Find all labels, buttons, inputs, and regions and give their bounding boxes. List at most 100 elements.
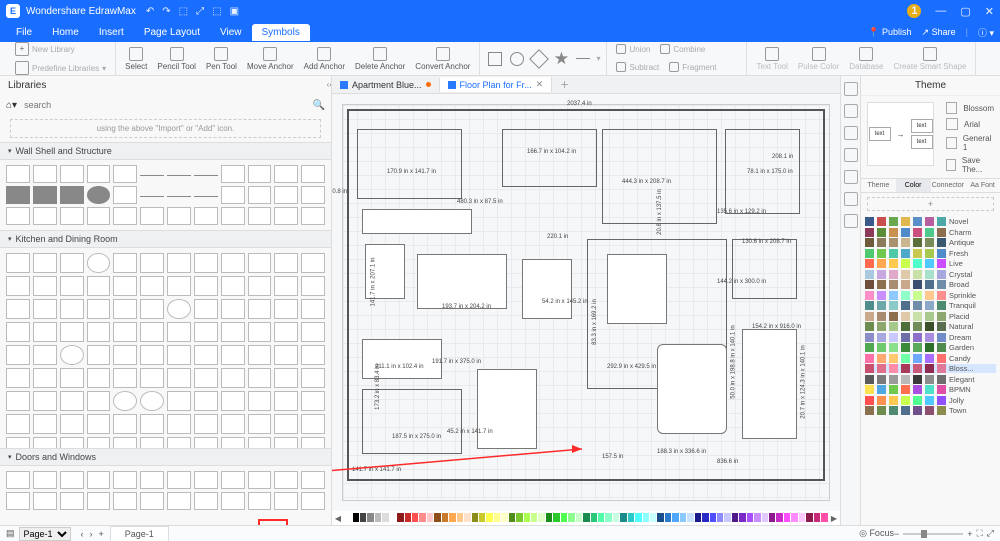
ribbon-op[interactable]: Subtract (613, 60, 662, 74)
side-tool-icon[interactable] (844, 82, 858, 96)
category-wall[interactable]: Wall Shell and Structure (0, 142, 331, 160)
palette-swatch[interactable] (799, 513, 805, 522)
palette-swatch[interactable] (806, 513, 812, 522)
library-shape[interactable] (6, 165, 30, 183)
win-max-icon[interactable]: ▢ (960, 5, 970, 18)
library-shape[interactable] (274, 186, 298, 204)
library-shape[interactable] (140, 299, 164, 319)
library-shape[interactable] (33, 471, 57, 489)
library-shape[interactable] (221, 276, 245, 296)
side-tool-icon[interactable] (844, 170, 858, 184)
library-shape[interactable] (274, 253, 298, 273)
palette-swatch[interactable] (553, 513, 559, 522)
doc-tab[interactable]: Apartment Blue... (332, 78, 440, 92)
library-shape[interactable] (33, 492, 57, 510)
library-shape[interactable] (140, 471, 164, 489)
library-shape[interactable] (60, 207, 84, 225)
library-shape[interactable] (194, 391, 218, 411)
library-shape[interactable] (194, 492, 218, 510)
library-shape[interactable] (248, 368, 272, 388)
library-shape[interactable] (87, 165, 111, 183)
library-shape[interactable] (194, 276, 218, 296)
library-shape[interactable] (60, 186, 84, 204)
zoom-in-icon[interactable]: + (967, 529, 972, 539)
library-shape[interactable] (221, 322, 245, 342)
library-shape[interactable] (140, 345, 164, 365)
palette-swatch[interactable] (479, 513, 485, 522)
palette-swatch[interactable] (680, 513, 686, 522)
win-min-icon[interactable]: — (935, 5, 946, 17)
page-prev-icon[interactable]: ‹ (81, 529, 84, 539)
palette-swatch[interactable] (814, 513, 820, 522)
library-shape[interactable] (87, 492, 111, 510)
color-scheme-row[interactable]: Live (865, 259, 996, 268)
add-scheme-button[interactable]: + (867, 197, 994, 211)
library-shape[interactable] (87, 471, 111, 489)
zoom-slider[interactable] (903, 533, 963, 535)
library-shape[interactable] (301, 492, 325, 510)
publish-button[interactable]: 📍 Publish (868, 27, 911, 38)
library-shape[interactable] (248, 345, 272, 365)
ribbon-tool-convert-anchor[interactable]: Convert Anchor (412, 45, 473, 73)
library-shape[interactable] (33, 391, 57, 411)
library-shape[interactable] (140, 437, 164, 448)
palette-swatch[interactable] (591, 513, 597, 522)
library-shape[interactable] (140, 492, 164, 510)
library-shape[interactable] (6, 391, 30, 411)
palette-swatch[interactable] (762, 513, 768, 522)
library-shape[interactable] (87, 299, 111, 319)
library-shape[interactable] (301, 471, 325, 489)
library-shape[interactable] (33, 253, 57, 273)
library-shape[interactable] (33, 165, 57, 183)
library-shape[interactable] (140, 414, 164, 434)
library-shape[interactable] (87, 391, 111, 411)
menu-view[interactable]: View (210, 24, 252, 41)
palette-swatch[interactable] (732, 513, 738, 522)
palette-swatch[interactable] (583, 513, 589, 522)
library-shape[interactable] (221, 207, 245, 225)
palette-swatch[interactable] (464, 513, 470, 522)
library-shape[interactable] (113, 492, 137, 510)
shape-diamond-icon[interactable] (530, 49, 550, 69)
color-scheme-row[interactable]: Placid (865, 312, 996, 321)
library-shape[interactable] (87, 414, 111, 434)
library-shape[interactable] (87, 207, 111, 225)
library-shape[interactable] (87, 368, 111, 388)
library-shape[interactable] (167, 253, 191, 273)
redo-icon[interactable]: ↷ (162, 6, 170, 17)
library-shape[interactable] (60, 492, 84, 510)
color-scheme-row[interactable]: Antique (865, 238, 996, 247)
library-shape[interactable] (113, 253, 137, 273)
library-shape[interactable] (274, 391, 298, 411)
library-shape[interactable] (33, 345, 57, 365)
library-shape[interactable] (274, 322, 298, 342)
library-shape[interactable] (194, 471, 218, 489)
palette-swatch[interactable] (405, 513, 411, 522)
color-scheme-row[interactable]: Town (865, 406, 996, 415)
palette-swatch[interactable] (531, 513, 537, 522)
library-shape[interactable] (221, 253, 245, 273)
library-shape[interactable] (167, 276, 191, 296)
new-tab-button[interactable]: ＋ (552, 76, 577, 93)
palette-swatch[interactable] (598, 513, 604, 522)
page-next-icon[interactable]: › (90, 529, 93, 539)
win-close-icon[interactable]: ✕ (985, 5, 994, 18)
palette-swatch[interactable] (710, 513, 716, 522)
library-shape[interactable] (33, 437, 57, 448)
library-shape[interactable] (6, 253, 30, 273)
color-scheme-row[interactable]: Charm (865, 228, 996, 237)
zoom-full-icon[interactable]: ⤢ (987, 528, 994, 539)
library-shape[interactable] (221, 368, 245, 388)
library-shape[interactable] (274, 437, 298, 448)
menu-home[interactable]: Home (42, 24, 89, 41)
menu-page-layout[interactable]: Page Layout (134, 24, 210, 41)
library-shape[interactable] (113, 471, 137, 489)
palette-swatch[interactable] (754, 513, 760, 522)
library-shape[interactable] (248, 253, 272, 273)
qa-icon[interactable]: ⬚ (179, 6, 188, 17)
library-shape[interactable] (274, 414, 298, 434)
library-shape[interactable] (113, 299, 137, 319)
library-shape[interactable] (6, 471, 30, 489)
library-shape[interactable] (248, 207, 272, 225)
library-shape[interactable] (248, 391, 272, 411)
